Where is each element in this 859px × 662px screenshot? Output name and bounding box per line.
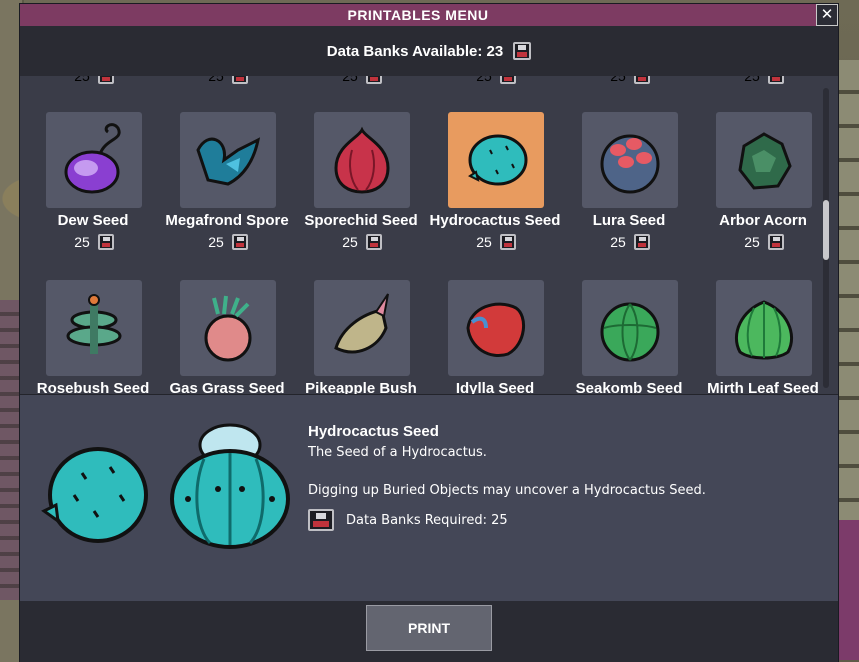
print-button[interactable]: PRINT [366, 605, 492, 651]
gas-grass-seed-icon [204, 295, 252, 362]
detail-requirement: Data Banks Required: 25 [308, 509, 508, 531]
item-tile-selected[interactable] [448, 112, 544, 208]
item-name: Megafrond Spore [165, 212, 289, 229]
item-tile[interactable] [716, 112, 812, 208]
item-tile[interactable] [314, 280, 410, 376]
data-bank-icon [767, 76, 784, 84]
item-name: Dew Seed [57, 212, 129, 229]
data-bank-icon [231, 234, 248, 250]
data-bank-icon [97, 76, 114, 84]
item-cost: 25 [154, 76, 302, 84]
item-cost: 25 [20, 234, 168, 250]
item-cost: 25 [422, 76, 570, 84]
data-bank-icon [365, 234, 382, 250]
pikeapple-bush-seed-icon [334, 293, 389, 354]
data-bank-icon [633, 234, 650, 250]
dew-seed-icon [64, 123, 121, 194]
item-tile[interactable] [448, 280, 544, 376]
item-name: Lura Seed [592, 212, 666, 229]
dialog-title: PRINTABLES MENU [20, 4, 816, 26]
detail-title: Hydrocactus Seed [308, 423, 439, 440]
close-button[interactable]: ✕ [816, 4, 838, 26]
item-name: Pikeapple Bush Seed [305, 380, 417, 394]
item-tile[interactable] [180, 112, 276, 208]
item-name: Gas Grass Seed [169, 380, 285, 394]
data-banks-available: Data Banks Available: 23 [326, 42, 504, 60]
data-bank-icon [308, 509, 334, 531]
item-name: Sporechid Seed [304, 212, 418, 229]
printables-grid: 25 25 25 25 25 25 Dew Seed 25 Megafrond … [20, 76, 838, 394]
background-decoration-right-lower [835, 520, 859, 660]
scrollbar-thumb[interactable] [823, 200, 829, 260]
megafrond-spore-icon [196, 137, 261, 186]
item-name: Arbor Acorn [719, 212, 807, 229]
seakomb-seed-icon [600, 302, 660, 362]
detail-hint: Digging up Buried Objects may uncover a … [308, 483, 706, 498]
item-tile[interactable] [716, 280, 812, 376]
item-name: Hydrocactus Seed [429, 212, 561, 229]
data-banks-bar: Data Banks Available: 23 [20, 26, 838, 76]
hydrocactus-seed-large-icon [41, 447, 148, 543]
item-tile[interactable] [582, 112, 678, 208]
idylla-seed-icon [466, 302, 525, 357]
data-bank-icon [499, 234, 516, 250]
item-cost: 25 [154, 234, 302, 250]
sporechid-seed-icon [334, 126, 390, 194]
item-tile[interactable] [46, 280, 142, 376]
item-tile[interactable] [46, 112, 142, 208]
data-bank-icon [633, 76, 650, 84]
data-bank-icon [97, 234, 114, 250]
footer-bar: PRINT [20, 601, 838, 662]
item-cost: 25 [690, 76, 838, 84]
item-tile[interactable] [180, 280, 276, 376]
data-bank-icon [767, 234, 784, 250]
detail-description: The Seed of a Hydrocactus. [308, 445, 487, 460]
data-bank-icon [513, 42, 532, 60]
item-cost: 25 [556, 76, 704, 84]
data-bank-icon [231, 76, 248, 84]
details-panel: Hydrocactus Seed The Seed of a Hydrocact… [20, 394, 838, 602]
item-name: Rosebush Seed [36, 380, 150, 394]
data-bank-icon [365, 76, 382, 84]
item-tile[interactable] [314, 112, 410, 208]
grid-scrollbar[interactable] [823, 88, 829, 388]
item-name: Mirth Leaf Seed [707, 380, 819, 394]
item-cost: 25 [288, 234, 436, 250]
printables-dialog: PRINTABLES MENU ✕ Data Banks Available: … [20, 4, 838, 662]
hydrocactus-plant-icon [170, 423, 290, 549]
hydrocactus-seed-icon [468, 134, 528, 186]
mirth-leaf-seed-icon [734, 300, 794, 360]
arbor-acorn-icon [738, 132, 792, 190]
item-name: Idylla Seed [455, 380, 535, 394]
item-cost: 25 [20, 76, 168, 84]
data-bank-icon [499, 76, 516, 84]
rosebush-seed-icon [66, 294, 122, 354]
item-cost: 25 [690, 234, 838, 250]
item-cost: 25 [422, 234, 570, 250]
item-tile[interactable] [582, 280, 678, 376]
item-cost: 25 [288, 76, 436, 84]
background-decoration-right [835, 60, 859, 580]
lura-seed-icon [600, 134, 660, 194]
requirement-text: Data Banks Required: 25 [346, 512, 508, 528]
item-name: Seakomb Seed [575, 380, 683, 394]
item-cost: 25 [556, 234, 704, 250]
